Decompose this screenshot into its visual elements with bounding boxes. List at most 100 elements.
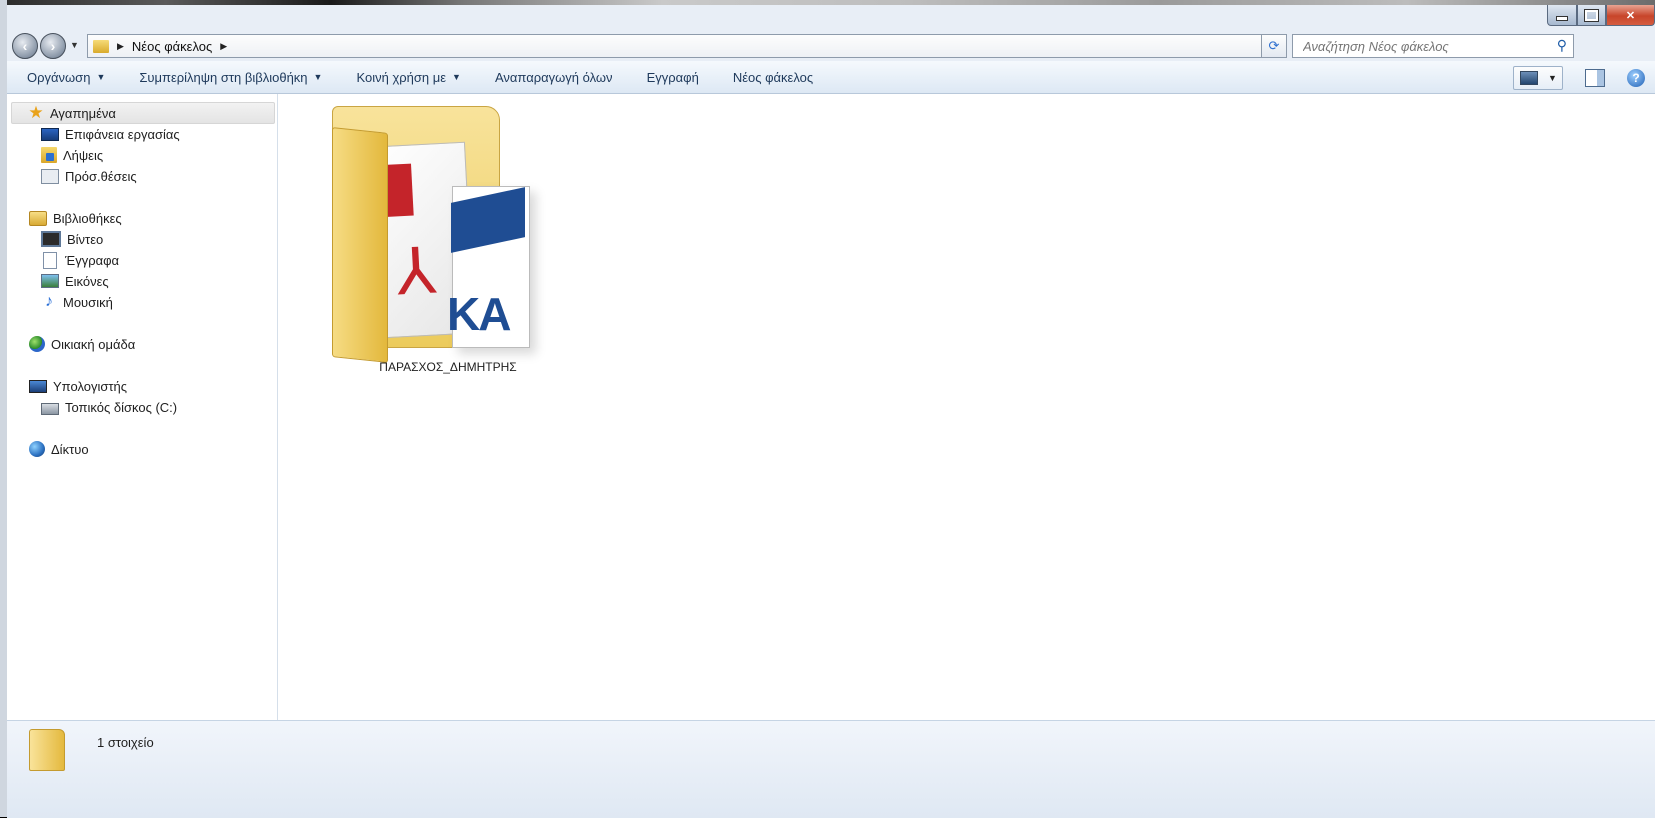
help-icon: ? <box>1632 71 1640 85</box>
nav-label: Δίκτυο <box>51 441 89 457</box>
nav-item-computer[interactable]: Υπολογιστής <box>29 376 127 396</box>
video-icon <box>41 231 61 247</box>
refresh-icon: ⟳ <box>1268 38 1280 53</box>
desktop-icon <box>41 127 59 141</box>
close-button[interactable]: ✕ <box>1606 5 1655 26</box>
breadcrumb-separator-icon[interactable]: ▶ <box>117 41 124 52</box>
libraries-icon <box>29 210 47 226</box>
recent-pages-dropdown[interactable]: ▼ <box>70 40 79 50</box>
search-box[interactable]: ⚲ <box>1292 34 1574 58</box>
forward-arrow-icon: › <box>50 38 56 54</box>
nav-label: Μουσική <box>63 294 113 310</box>
folder-icon: ⅄ KA <box>328 106 568 363</box>
breadcrumb-separator-icon[interactable]: ▶ <box>220 41 227 52</box>
nav-item-libraries[interactable]: Βιβλιοθήκες <box>29 208 122 228</box>
command-bar: Οργάνωση ▼ Συμπερίληψη στη βιβλιοθήκη ▼ Κο… <box>7 61 1655 94</box>
nav-label: Εικόνες <box>65 273 109 289</box>
chevron-down-icon: ▼ <box>452 72 461 82</box>
include-in-library-label: Συμπερίληψη στη βιβλιοθήκη <box>139 69 308 85</box>
details-pane: 1 στοιχείο <box>7 720 1655 818</box>
organize-button[interactable]: Οργάνωση ▼ <box>27 70 105 85</box>
downloads-icon <box>41 147 57 163</box>
nav-label: Υπολογιστής <box>53 378 128 394</box>
minimize-button[interactable] <box>1547 5 1577 26</box>
back-button[interactable]: ‹ <box>12 33 38 59</box>
nav-item-videos[interactable]: Βίντεο <box>41 229 103 249</box>
chevron-down-icon: ▼ <box>96 72 106 82</box>
new-folder-label: Νέος φάκελος <box>732 69 814 85</box>
logo-text: KA <box>447 288 511 340</box>
nav-item-documents[interactable]: Έγγραφα <box>41 250 119 270</box>
file-list: ⅄ KA ΠΑΡΑΣΧΟΣ_ΔΗΜΗΤΡΗΣ <box>278 94 1655 720</box>
play-all-button[interactable]: Αναπαραγωγή όλων <box>495 70 613 85</box>
nav-label: Επιφάνεια εργασίας <box>65 126 180 142</box>
recent-places-icon <box>41 168 59 184</box>
forward-button[interactable]: › <box>40 33 66 59</box>
folder-item[interactable]: ⅄ KA ΠΑΡΑΣΧΟΣ_ΔΗΜΗΤΡΗΣ <box>318 102 578 382</box>
logo-blue-band <box>451 187 525 253</box>
nav-item-recent-places[interactable]: Πρόσ.θέσεις <box>41 166 137 186</box>
share-with-button[interactable]: Κοινή χρήση με ▼ <box>356 70 461 85</box>
burn-label: Εγγραφή <box>646 69 699 85</box>
preview-pane-button[interactable] <box>1585 69 1605 87</box>
nav-item-favorites[interactable]: ★ Αγαπημένα <box>11 102 275 124</box>
nav-label: Βιβλιοθήκες <box>53 210 122 226</box>
nav-item-network[interactable]: Δίκτυο <box>29 439 89 459</box>
explorer-window: ✕ ‹ › ▼ ▶ Νέος φάκελος ▶ ▼ ⟳ ⚲ Οργάνωση ▼… <box>7 5 1655 818</box>
nav-label: Τοπικός δίσκος (C:) <box>65 399 178 415</box>
nav-label: Έγγραφα <box>65 252 120 268</box>
nav-label: Αγαπημένα <box>50 105 116 121</box>
folder-icon <box>93 39 109 53</box>
search-icon[interactable]: ⚲ <box>1557 37 1567 54</box>
address-row: ‹ › ▼ ▶ Νέος φάκελος ▶ ▼ ⟳ ⚲ <box>7 27 1655 61</box>
help-button[interactable]: ? <box>1627 69 1645 87</box>
back-arrow-icon: ‹ <box>22 38 28 54</box>
window-left-edge <box>0 0 7 817</box>
nav-label: Λήψεις <box>63 147 104 163</box>
burn-button[interactable]: Εγγραφή <box>647 70 699 85</box>
folder-name[interactable]: ΠΑΡΑΣΧΟΣ_ΔΗΜΗΤΡΗΣ <box>318 360 578 374</box>
nav-item-local-disk[interactable]: Τοπικός δίσκος (C:) <box>41 397 177 417</box>
folder-icon <box>29 729 65 771</box>
views-icon <box>1520 71 1538 85</box>
refresh-button[interactable]: ⟳ <box>1261 34 1287 58</box>
view-controls: ▼ ? <box>1513 66 1645 90</box>
breadcrumb-current-folder[interactable]: Νέος φάκελος <box>132 39 212 54</box>
navigation-pane: ★ Αγαπημένα Επιφάνεια εργασίας Λήψεις Πρ… <box>7 94 278 720</box>
star-icon: ★ <box>28 103 44 122</box>
nav-item-desktop[interactable]: Επιφάνεια εργασίας <box>41 124 180 144</box>
item-count: 1 στοιχείο <box>97 735 154 750</box>
close-icon: ✕ <box>1625 9 1636 22</box>
folder-front-panel <box>332 127 388 363</box>
change-view-button[interactable]: ▼ <box>1513 66 1563 90</box>
network-icon <box>29 441 45 457</box>
address-bar[interactable]: ▶ Νέος φάκελος ▶ ▼ <box>87 34 1287 58</box>
acrobat-icon: ⅄ <box>394 234 438 311</box>
nav-label: Οικιακή ομάδα <box>51 336 136 352</box>
nav-item-music[interactable]: ♪ Μουσική <box>41 292 113 312</box>
nav-item-pictures[interactable]: Εικόνες <box>41 271 109 291</box>
new-folder-button[interactable]: Νέος φάκελος <box>733 70 813 85</box>
nav-label: Πρόσ.θέσεις <box>65 168 137 184</box>
computer-icon <box>29 379 47 393</box>
documents-icon <box>43 251 57 269</box>
music-icon: ♪ <box>45 293 53 310</box>
nav-item-downloads[interactable]: Λήψεις <box>41 145 103 165</box>
nav-item-homegroup[interactable]: Οικιακή ομάδα <box>29 334 135 354</box>
minimize-icon <box>1556 15 1568 21</box>
chevron-down-icon[interactable]: ▼ <box>1548 73 1557 83</box>
homegroup-icon <box>29 336 45 352</box>
pictures-icon <box>41 274 59 288</box>
nav-label: Βίντεο <box>67 231 104 247</box>
logo-document-preview: KA <box>447 186 530 348</box>
search-input[interactable] <box>1301 37 1545 55</box>
pdf-red-band <box>385 163 414 217</box>
caption-buttons: ✕ <box>1547 5 1655 26</box>
include-in-library-button[interactable]: Συμπερίληψη στη βιβλιοθήκη ▼ <box>139 70 322 85</box>
maximize-button[interactable] <box>1577 5 1606 26</box>
play-all-label: Αναπαραγωγή όλων <box>494 69 613 85</box>
organize-label: Οργάνωση <box>27 69 91 85</box>
maximize-icon <box>1584 8 1599 22</box>
disk-icon <box>41 403 59 415</box>
share-with-label: Κοινή χρήση με <box>356 69 447 85</box>
